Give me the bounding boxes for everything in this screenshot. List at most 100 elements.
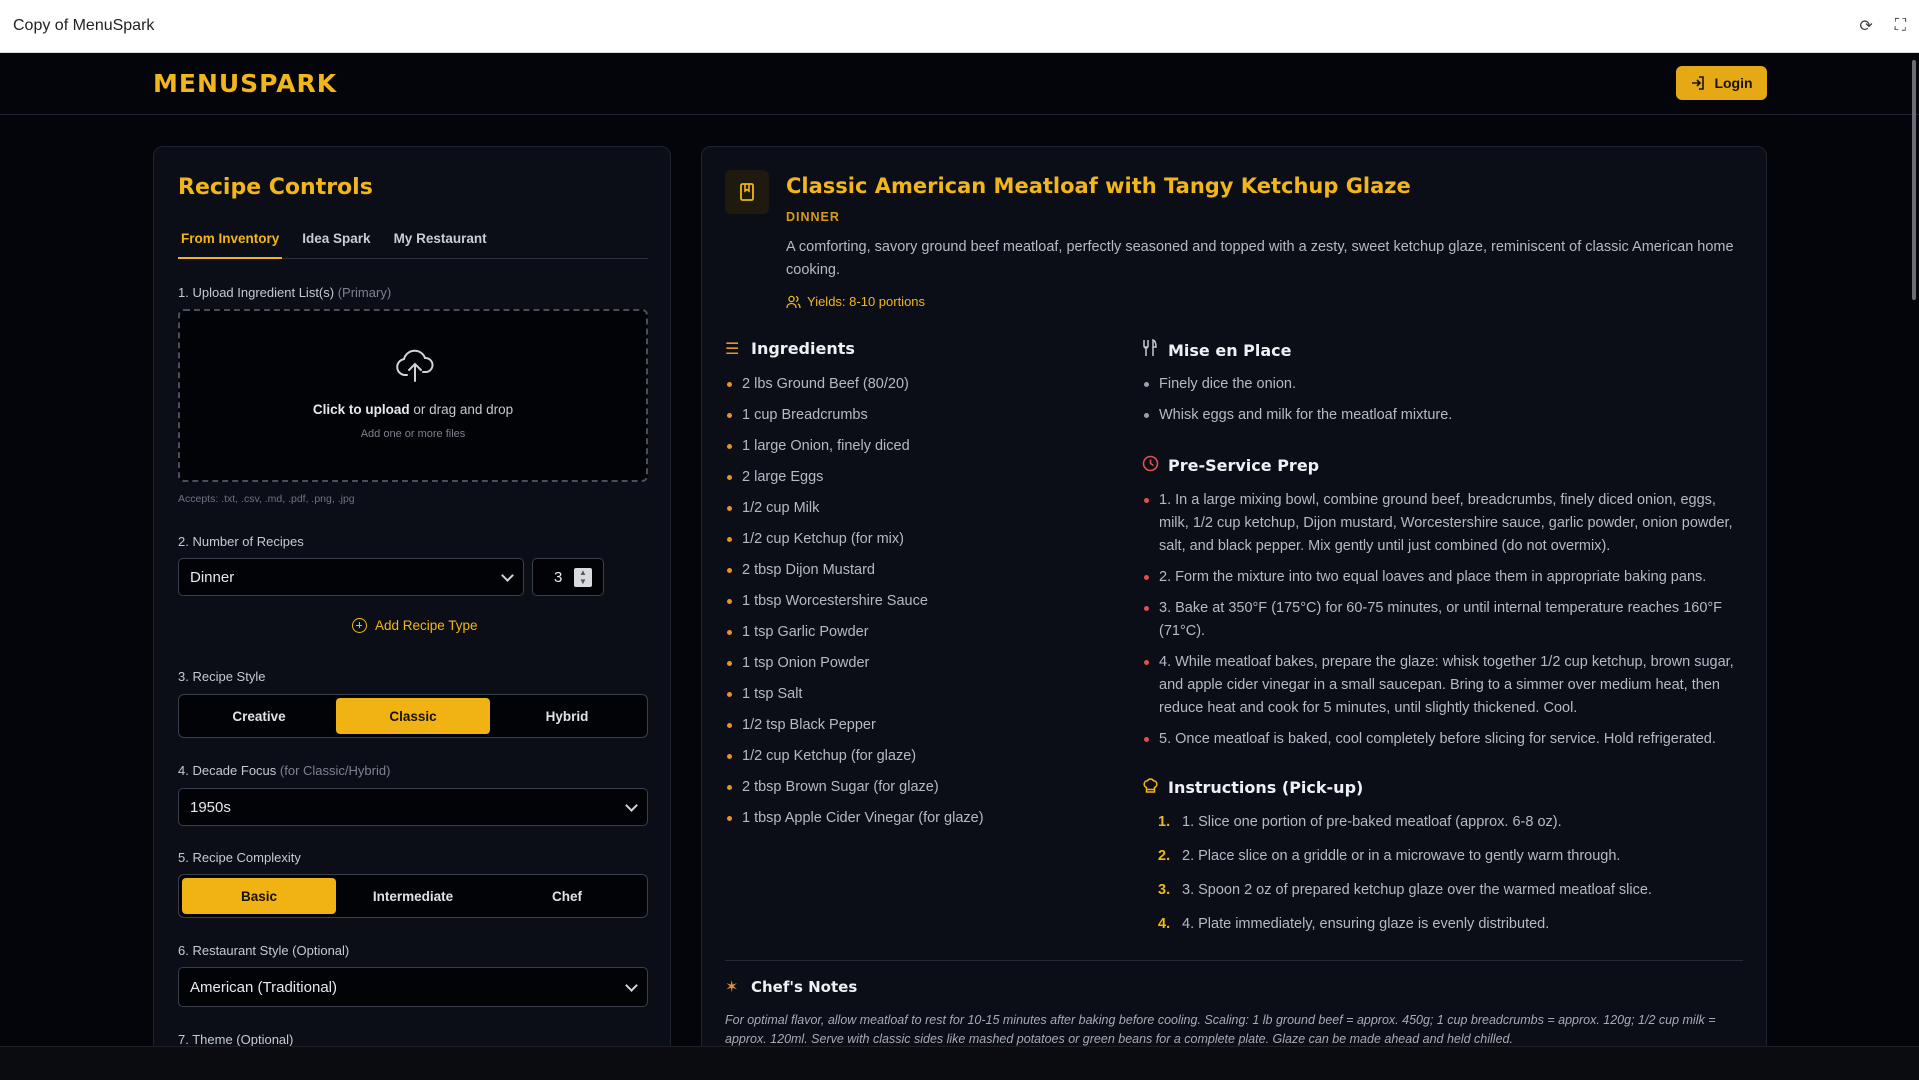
ingredient-item: 1/2 cup Milk — [727, 497, 1107, 528]
ingredient-item: 1 cup Breadcrumbs — [727, 404, 1107, 435]
ingredient-item: 2 tbsp Brown Sugar (for glaze) — [727, 776, 1107, 807]
instructions-heading: Instructions (Pick-up) — [1142, 777, 1363, 798]
recipe-description: A comforting, savory ground beef meatloa… — [786, 239, 1734, 278]
page-scrollbar[interactable] — [1912, 60, 1916, 300]
style-option-creative[interactable]: Creative — [182, 698, 336, 734]
login-label: Login — [1714, 75, 1753, 91]
clock-icon — [1142, 455, 1159, 476]
step-text: 1. Slice one portion of pre-baked meatlo… — [1182, 814, 1562, 830]
recipe-type-select[interactable]: Dinner — [178, 558, 524, 596]
ingredient-item: 2 large Eggs — [727, 466, 1107, 497]
complexity-toggle: Basic Intermediate Chef — [178, 874, 648, 918]
complexity-option-basic[interactable]: Basic — [182, 878, 336, 914]
upload-dropzone[interactable]: Click to upload or drag and drop Add one… — [178, 309, 648, 482]
instruction-step: 2. 2. Place slice on a griddle or in a mi… — [1158, 845, 1748, 879]
add-recipe-type-label: Add Recipe Type — [375, 618, 478, 633]
num-recipes-label: 2. Number of Recipes — [178, 534, 304, 549]
complexity-option-intermediate[interactable]: Intermediate — [336, 878, 490, 914]
prep-step: 5. Once meatloaf is baked, cool complete… — [1144, 728, 1744, 751]
controls-tabs: From Inventory Idea Spark My Restaurant — [178, 229, 648, 259]
instruction-step: 3. 3. Spoon 2 oz of prepared ketchup glaz… — [1158, 879, 1748, 913]
chevron-down-icon — [625, 798, 638, 812]
decade-focus-label: 4. Decade Focus (for Classic/Hybrid) — [178, 763, 391, 778]
step-number: 4. — [1158, 916, 1171, 932]
ingredient-item: 1 tsp Garlic Powder — [727, 621, 1107, 652]
recipe-controls-panel: Recipe Controls From Inventory Idea Spar… — [153, 146, 671, 1080]
decade-value: 1950s — [190, 798, 231, 816]
ingredient-item: 1/2 tsp Black Pepper — [727, 714, 1107, 745]
drag-drop-text: or drag and drop — [409, 402, 514, 417]
ingredient-item: 2 tbsp Dijon Mustard — [727, 559, 1107, 590]
add-recipe-type-button[interactable]: Add Recipe Type — [352, 618, 478, 633]
accepted-formats: Accepts: .txt, .csv, .md, .pdf, .png, .j… — [178, 493, 355, 505]
prep-list: 1. In a large mixing bowl, combine groun… — [1144, 489, 1744, 759]
chefs-notes-heading: ✶ Chef's Notes — [725, 977, 858, 996]
recipe-card: Classic American Meatloaf with Tangy Ket… — [701, 146, 1767, 1080]
step-number: 1. — [1158, 814, 1171, 830]
prep-step: 2. Form the mixture into two equal loave… — [1144, 566, 1744, 589]
step-text: 3. Spoon 2 oz of prepared ketchup glaze … — [1182, 882, 1652, 898]
recipe-yield: Yields: 8-10 portions — [786, 294, 925, 309]
tab-from-inventory[interactable]: From Inventory — [178, 229, 283, 259]
recipe-title: Classic American Meatloaf with Tangy Ket… — [786, 174, 1411, 198]
login-button[interactable]: Login — [1676, 66, 1767, 100]
recipe-style-label: 3. Recipe Style — [178, 669, 266, 684]
instructions-list: 1. 1. Slice one portion of pre-baked meat… — [1158, 811, 1748, 947]
section-divider — [725, 960, 1743, 961]
stepper-icon[interactable]: ▲ ▼ — [574, 568, 592, 587]
recipe-type-badge: DINNER — [786, 210, 840, 224]
utensils-icon — [1142, 338, 1158, 361]
mise-item: Whisk eggs and milk for the meatloaf mix… — [1144, 404, 1744, 435]
ingredient-item: 1 tbsp Apple Cider Vinegar (for glaze) — [727, 807, 1107, 838]
theme-label: 7. Theme (Optional) — [178, 1032, 294, 1047]
complexity-label: 5. Recipe Complexity — [178, 850, 301, 865]
ingredient-item: 2 lbs Ground Beef (80/20) — [727, 373, 1107, 404]
recipe-style-toggle: Creative Classic Hybrid — [178, 694, 648, 738]
mise-list: Finely dice the onion. Whisk eggs and mil… — [1144, 373, 1744, 435]
ingredient-item: 1/2 cup Ketchup (for glaze) — [727, 745, 1107, 776]
plus-circle-icon — [352, 618, 367, 633]
ingredient-item: 1 tsp Onion Powder — [727, 652, 1107, 683]
tab-idea-spark[interactable]: Idea Spark — [299, 229, 373, 259]
upload-label: 1. Upload Ingredient List(s) (Primary) — [178, 285, 392, 300]
window-titlebar: Copy of MenuSpark ⟳ ⛶ — [0, 0, 1919, 53]
recipe-count-input[interactable]: 3 ▲ ▼ — [532, 558, 604, 596]
users-icon — [786, 295, 801, 308]
step-number: 3. — [1158, 882, 1171, 898]
style-option-classic[interactable]: Classic — [336, 698, 490, 734]
prep-heading: Pre-Service Prep — [1142, 455, 1319, 476]
prep-step: 3. Bake at 350°F (175°C) for 60-75 minut… — [1144, 597, 1744, 643]
instruction-step: 4. 4. Plate immediately, ensuring glaze i… — [1158, 913, 1748, 947]
chevron-down-icon — [501, 568, 514, 582]
style-option-hybrid[interactable]: Hybrid — [490, 698, 644, 734]
logo[interactable]: MENUSPARK — [153, 69, 337, 98]
ingredient-item: 1 large Onion, finely diced — [727, 435, 1107, 466]
fullscreen-icon[interactable]: ⛶ — [1895, 17, 1906, 35]
ingredient-item: 1 tbsp Worcestershire Sauce — [727, 590, 1107, 621]
complexity-option-chef[interactable]: Chef — [490, 878, 644, 914]
step-text: 4. Plate immediately, ensuring glaze is … — [1182, 916, 1550, 932]
recipe-type-value: Dinner — [190, 568, 235, 586]
cloud-upload-icon — [396, 349, 434, 382]
ingredient-item: 1/2 cup Ketchup (for mix) — [727, 528, 1107, 559]
chef-hat-icon — [1142, 777, 1158, 798]
sparkles-icon: ✶ — [725, 977, 739, 996]
prep-step: 4. While meatloaf bakes, prepare the gla… — [1144, 651, 1744, 720]
mise-heading: Mise en Place — [1142, 338, 1292, 361]
list-icon: ☰ — [725, 339, 740, 358]
restaurant-style-select[interactable]: American (Traditional) — [178, 967, 648, 1007]
yield-text: Yields: 8-10 portions — [807, 294, 926, 309]
ingredient-item: 1 tsp Salt — [727, 683, 1107, 714]
chefs-notes-text: For optimal flavor, allow meatloaf to re… — [725, 1013, 1716, 1046]
step-text: 2. Place slice on a griddle or in a micr… — [1182, 848, 1621, 864]
ingredients-list: 2 lbs Ground Beef (80/20) 1 cup Breadcrum… — [727, 373, 1107, 838]
tab-my-restaurant[interactable]: My Restaurant — [391, 229, 490, 259]
decade-select[interactable]: 1950s — [178, 788, 648, 826]
panel-title: Recipe Controls — [178, 175, 373, 200]
refresh-icon[interactable]: ⟳ — [1859, 16, 1872, 36]
recipe-count-value: 3 — [554, 568, 563, 586]
upload-instructions: Click to upload or drag and drop — [180, 402, 646, 417]
restaurant-style-value: American (Traditional) — [190, 978, 337, 996]
click-to-upload-link[interactable]: Click to upload — [313, 402, 410, 417]
restaurant-style-label: 6. Restaurant Style (Optional) — [178, 943, 350, 958]
